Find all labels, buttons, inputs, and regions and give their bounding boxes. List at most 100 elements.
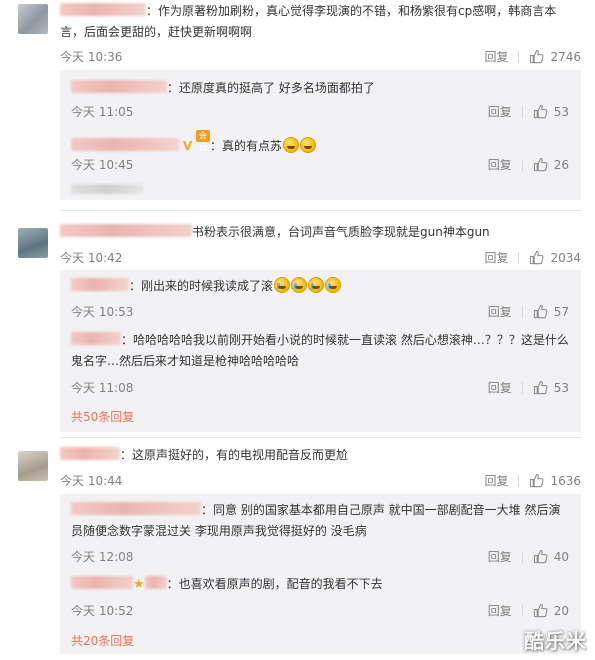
like-count: 57 [553, 304, 569, 319]
username-blurred[interactable] [71, 138, 179, 151]
star-badge-icon: ★ [133, 577, 145, 592]
comment-timestamp: 今天 10:36 [60, 50, 123, 64]
reply-text: ★ ：也喜欢看原声的剧，配音的我看不下去 [71, 574, 571, 595]
username-blurred[interactable] [71, 80, 167, 93]
reply-button[interactable]: 回复 [484, 249, 508, 266]
thumbs-up-icon [529, 49, 544, 64]
comment-actions: 回复 1636 [484, 472, 581, 489]
laugh-cry-emoji-icon [308, 277, 325, 293]
reply-actions: 回复 53 [488, 379, 569, 396]
thumbs-up-icon [533, 603, 548, 618]
reply-list: ：同意 别的国家基本都用自己原声 就中国一部剧配音一大堆 然后演员随便念数字蒙混… [60, 494, 581, 654]
username-blurred[interactable] [71, 332, 121, 345]
reply-button[interactable]: 回复 [484, 48, 508, 65]
comment-timestamp: 今天 10:42 [60, 251, 123, 265]
like-count: 53 [553, 380, 569, 395]
reply-button[interactable]: 回复 [488, 156, 512, 173]
reply-text: ：哈哈哈哈哈我以前刚开始看小说的时候就一直读滚 然后心想滚神…？？？这是什么鬼名… [71, 332, 569, 368]
verified-v-icon: V [182, 139, 193, 153]
like-button[interactable]: 1636 [529, 473, 581, 488]
avatar[interactable] [18, 451, 48, 481]
username-blurred[interactable] [60, 3, 146, 16]
more-replies-link[interactable]: 共50条回复 [71, 408, 134, 425]
comment-divider [60, 437, 581, 438]
comment-actions: 回复 2034 [484, 249, 581, 266]
reply-button[interactable]: 回复 [484, 472, 508, 489]
divider [521, 105, 523, 118]
reply-actions: 回复 40 [488, 548, 569, 565]
like-count: 2034 [550, 250, 581, 265]
reply-text: V 会员 ：真的有点苏 [71, 130, 571, 157]
comment-text: ：作为原著粉加刷粉，真心觉得李现演的不错，和杨紫很有cp感啊，韩商言本言，后面会… [60, 3, 557, 39]
reply-actions: 回复 26 [488, 156, 569, 173]
thumbs-up-icon [529, 250, 544, 265]
divider [521, 158, 523, 171]
username-blurred[interactable] [71, 278, 129, 291]
avatar[interactable] [18, 4, 48, 34]
reply-list: ：还原度真的挺高了 好多名场面都拍了 今天 11:05 回复 53 V 会员 ：真… [60, 70, 581, 200]
divider [521, 305, 523, 318]
thumbs-up-icon [533, 104, 548, 119]
grin-emoji-icon [299, 137, 316, 153]
comment-actions: 回复 2746 [484, 48, 581, 65]
username-blurred [144, 576, 167, 589]
reply-timestamp: 今天 11:05 [71, 105, 134, 119]
comment-text: 书粉表示很满意，台词声音气质脸李现就是gun神本gun [60, 222, 580, 243]
comment-timestamp: 今天 10:44 [60, 474, 123, 488]
site-watermark: 酷乐米 [524, 629, 587, 653]
thumbs-up-icon [533, 380, 548, 395]
like-button[interactable]: 53 [533, 380, 569, 395]
avatar[interactable] [18, 228, 48, 258]
thumbs-up-icon [529, 473, 544, 488]
reply-list: ：刚出来的时候我读成了滚 今天 10:53 回复 57 ：哈哈哈哈哈我以前刚开始… [60, 270, 581, 432]
divider [518, 474, 520, 487]
reply-button[interactable]: 回复 [488, 548, 512, 565]
reply-button[interactable]: 回复 [488, 303, 512, 320]
like-button[interactable]: 57 [533, 304, 569, 319]
reply-button[interactable]: 回复 [488, 379, 512, 396]
divider [521, 550, 523, 563]
like-count: 53 [553, 104, 569, 119]
laugh-cry-emoji-icon [325, 277, 342, 293]
like-button[interactable]: 2746 [529, 49, 581, 64]
thumbs-up-icon [533, 157, 548, 172]
divider [521, 604, 523, 617]
username-blurred[interactable] [60, 224, 192, 237]
like-button[interactable]: 20 [533, 603, 569, 618]
reply-actions: 回复 57 [488, 303, 569, 320]
reply-timestamp: 今天 12:08 [71, 550, 134, 564]
like-count: 40 [553, 549, 569, 564]
reply-timestamp: 今天 10:52 [71, 604, 134, 618]
username-blurred[interactable] [71, 576, 133, 589]
like-count: 20 [553, 603, 569, 618]
reply-text: ：同意 别的国家基本都用自己原声 就中国一部剧配音一大堆 然后演员随便念数字蒙混… [71, 502, 561, 538]
reply-button[interactable]: 回复 [488, 602, 512, 619]
like-button[interactable]: 40 [533, 549, 569, 564]
like-button[interactable]: 2034 [529, 250, 581, 265]
grin-emoji-icon [282, 137, 299, 153]
reply-timestamp: 今天 11:08 [71, 381, 134, 395]
divider [518, 251, 520, 264]
reply-timestamp: 今天 10:45 [71, 158, 134, 172]
username-blurred[interactable] [71, 502, 201, 515]
laugh-cry-emoji-icon [274, 277, 291, 293]
divider [518, 50, 520, 63]
redacted-line [71, 184, 143, 194]
like-button[interactable]: 26 [533, 157, 569, 172]
like-count: 26 [553, 157, 569, 172]
more-replies-link[interactable]: 共20条回复 [71, 632, 134, 649]
username-blurred[interactable] [60, 447, 120, 460]
comment-text: ：这原声挺好的，有的电视用配音反而更尬 [60, 445, 580, 466]
vip-badge-icon: 会员 [195, 130, 210, 152]
reply-text: ：刚出来的时候我读成了滚 [71, 276, 571, 297]
comment-divider [60, 210, 581, 211]
reply-text: ：还原度真的挺高了 好多名场面都拍了 [71, 78, 571, 99]
reply-timestamp: 今天 10:53 [71, 305, 134, 319]
reply-button[interactable]: 回复 [488, 103, 512, 120]
thumbs-up-icon [533, 549, 548, 564]
laugh-cry-emoji-icon [291, 277, 308, 293]
reply-actions: 回复 53 [488, 103, 569, 120]
like-button[interactable]: 53 [533, 104, 569, 119]
divider [521, 381, 523, 394]
like-count: 1636 [550, 473, 581, 488]
